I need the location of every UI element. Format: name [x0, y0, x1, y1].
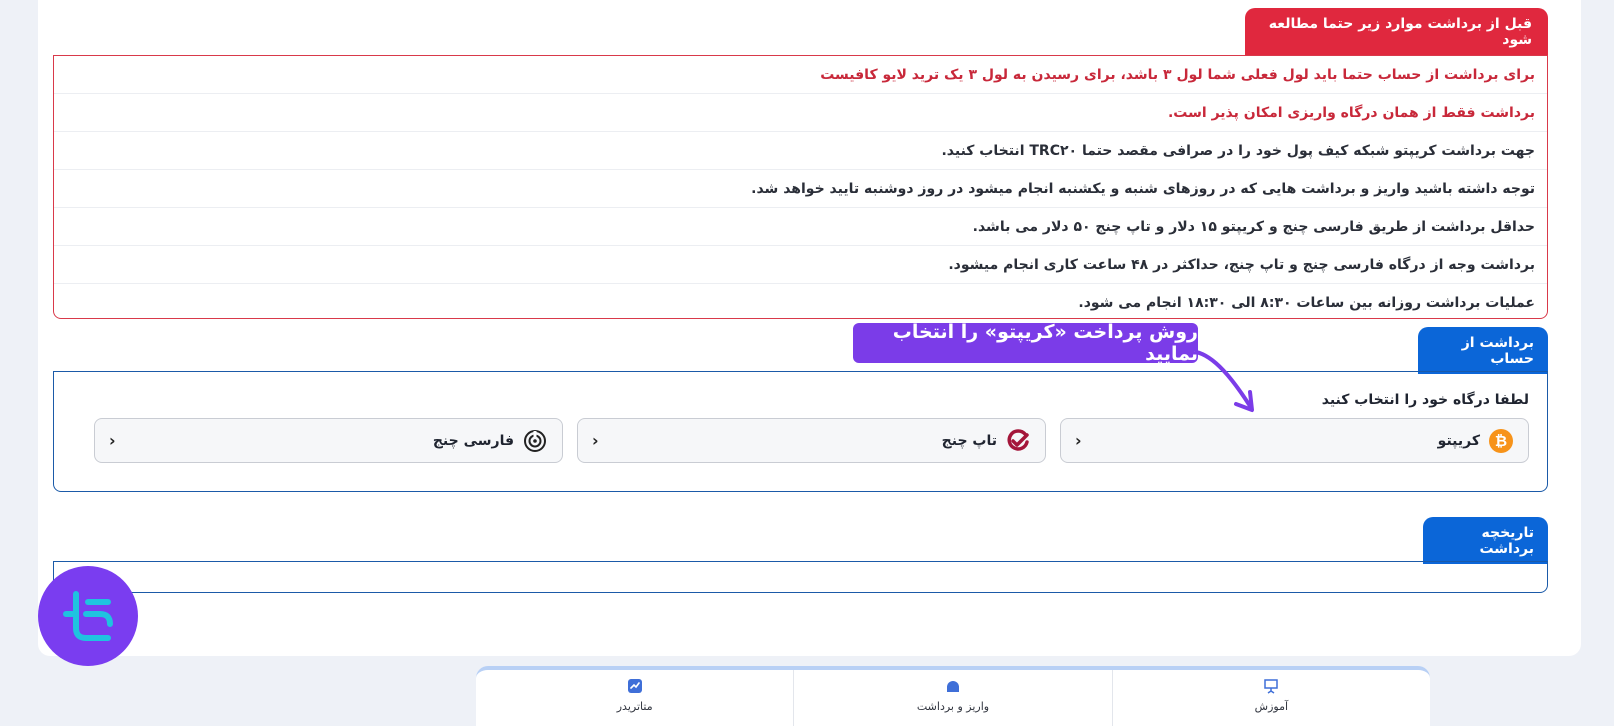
- notice-title: قبل از برداشت موارد زیر حتما مطالعه شود: [1245, 8, 1548, 55]
- nav-item-label: متاتریدر: [616, 700, 653, 713]
- brand-logo: [38, 566, 138, 666]
- notice-item: حداقل برداشت از طریق فارسی چنج و کریپتو …: [54, 208, 1547, 246]
- svg-text:₿: ₿: [1495, 432, 1507, 450]
- gateway-label: تاپ چنج: [941, 432, 997, 449]
- gateway-farsichange-button[interactable]: فارسی چنج ‹: [94, 418, 563, 463]
- notice-item: توجه داشته باشید واریز و برداشت هایی که …: [54, 170, 1547, 208]
- withdraw-section-title: برداشت از حساب: [1418, 327, 1548, 374]
- gateway-crypto-button[interactable]: ₿ کریپتو ‹: [1060, 418, 1529, 463]
- bottom-nav: متاتریدر واریز و برداشت آموزش: [476, 666, 1430, 726]
- bitcoin-icon: ₿: [1488, 428, 1514, 454]
- topchange-logo-icon: [1005, 428, 1031, 454]
- gateway-topchange-button[interactable]: تاپ چنج ‹: [577, 418, 1046, 463]
- chart-icon: [627, 678, 643, 694]
- chevron-left-icon: ‹: [109, 431, 116, 450]
- curved-arrow-icon: [1194, 350, 1254, 412]
- notice-item: برداشت وجه از درگاه فارسی چنج و تاپ چنج،…: [54, 246, 1547, 284]
- chevron-left-icon: ‹: [592, 431, 599, 450]
- withdraw-section: لطفا درگاه خود را انتخاب کنید ₿ کریپتو ‹…: [53, 371, 1548, 492]
- history-section: [53, 561, 1548, 593]
- gateway-label: فارسی چنج: [432, 432, 514, 449]
- farsichange-logo-icon: [522, 428, 548, 454]
- chevron-left-icon: ‹: [1075, 431, 1082, 450]
- nav-item-label: واریز و برداشت: [916, 700, 990, 713]
- notice-item: عملیات برداشت روزانه بین ساعات ۸:۳۰ الی …: [1078, 295, 1535, 311]
- presentation-icon: [1263, 678, 1279, 694]
- history-section-title: تاریخچه برداشت: [1423, 517, 1548, 564]
- callout-annotation: روش پرداخت «کریپتو» را انتخاب نمایید: [853, 321, 1198, 365]
- wallet-icon: [945, 678, 961, 694]
- gateway-label: کریپتو: [1437, 432, 1480, 449]
- notice-list: برای برداشت از حساب حتما باید لول فعلی ش…: [53, 55, 1548, 319]
- choose-gateway-label: لطفا درگاه خود را انتخاب کنید: [1321, 392, 1529, 408]
- nav-item-label: آموزش: [1254, 700, 1289, 713]
- content-card: قبل از برداشت موارد زیر حتما مطالعه شود …: [38, 0, 1581, 656]
- notice-item: برداشت فقط از همان درگاه واریزی امکان پذ…: [54, 94, 1547, 132]
- notice-item: جهت برداشت کریپتو شبکه کیف پول خود را در…: [54, 132, 1547, 170]
- notice-item: برای برداشت از حساب حتما باید لول فعلی ش…: [54, 56, 1547, 94]
